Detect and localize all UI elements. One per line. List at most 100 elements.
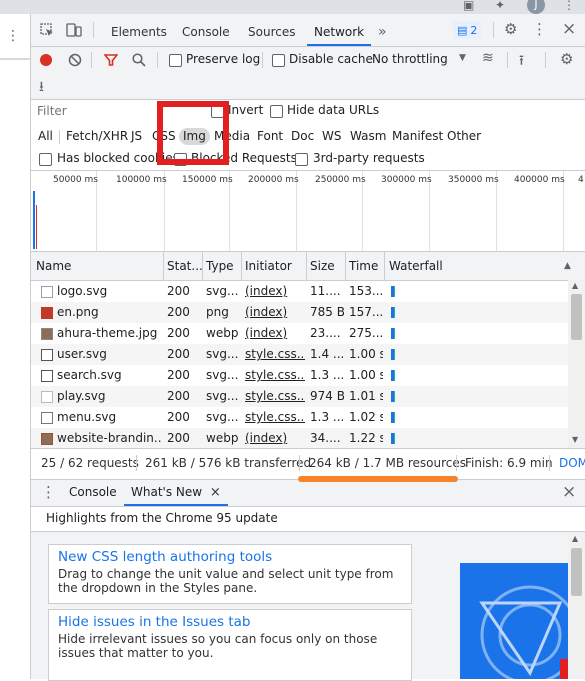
tab-sources[interactable]: Sources [248, 14, 295, 46]
overview-tick: 100000 ms [116, 175, 167, 185]
file-icon [41, 349, 53, 361]
issues-icon: ▤ [457, 23, 468, 37]
column-type[interactable]: Type [206, 252, 234, 280]
close-icon[interactable]: × [210, 485, 221, 500]
tab-network[interactable]: Network [307, 14, 372, 46]
column-name[interactable]: Name [36, 252, 71, 280]
more-vertical-icon[interactable]: ⋮ [563, 0, 577, 11]
overview-tick: 300000 ms [381, 175, 432, 185]
cell-initiator[interactable]: (index) [245, 302, 305, 323]
type-doc-button[interactable]: Doc [291, 128, 314, 145]
search-icon[interactable] [132, 53, 146, 67]
cell-type: png [206, 305, 229, 319]
cell-initiator[interactable]: style.css... [245, 386, 305, 407]
panel-scrollbar[interactable]: ▲ [568, 532, 585, 679]
throttling-select[interactable]: No throttling [372, 52, 448, 66]
type-js-button[interactable]: JS [131, 128, 142, 145]
type-other-button[interactable]: Other [447, 128, 481, 145]
scrollbar-thumb[interactable] [571, 294, 582, 340]
more-vertical-icon[interactable]: ⋮ [6, 28, 20, 44]
cell-initiator[interactable]: (index) [245, 428, 305, 449]
resource-type-filter: All Fetch/XHR JS CSS Img Media Font Doc … [31, 124, 585, 147]
divider [507, 52, 508, 68]
settings-icon[interactable]: ⚙ [560, 50, 573, 68]
table-row[interactable]: en.png 200 png (index) 785 B 157.... [31, 302, 568, 323]
cell-status: 200 [167, 389, 190, 403]
download-icon[interactable]: ⭳ [39, 76, 44, 100]
column-size[interactable]: Size [310, 252, 335, 280]
cell-initiator[interactable]: style.css... [245, 365, 305, 386]
issues-button[interactable]: ▤ 2 [453, 21, 482, 39]
more-vertical-icon[interactable]: ⋮ [41, 483, 56, 501]
type-fetch-xhr-button[interactable]: Fetch/XHR [66, 128, 128, 145]
feature-card[interactable]: Hide issues in the Issues tab Hide irrel… [48, 609, 412, 681]
column-time[interactable]: Time [349, 252, 378, 280]
device-toolbar-icon[interactable] [66, 22, 82, 38]
disable-cache-checkbox[interactable] [272, 54, 285, 67]
table-row[interactable]: menu.svg 200 svg... style.css... 1.3 ... 1.02… [31, 407, 568, 428]
avatar[interactable]: J [527, 0, 545, 14]
cell-name: ahura-theme.jpg [57, 326, 158, 340]
tab-console[interactable]: Console [182, 14, 230, 46]
network-conditions-icon[interactable]: ≋ [482, 50, 494, 66]
column-waterfall[interactable]: Waterfall [389, 252, 443, 280]
tab-elements[interactable]: Elements [111, 14, 167, 46]
cell-status: 200 [167, 410, 190, 424]
cell-initiator[interactable]: (index) [245, 323, 305, 344]
type-manifest-button[interactable]: Manifest [392, 128, 443, 145]
network-toolbar-2: ⭳ [31, 73, 585, 100]
feature-card-title[interactable]: Hide issues in the Issues tab [58, 614, 411, 630]
type-all-button[interactable]: All [38, 128, 53, 145]
cell-name: en.png [57, 305, 99, 319]
filter-row: Invert Hide data URLs [31, 100, 585, 124]
hide-data-urls-checkbox[interactable] [270, 105, 283, 118]
cell-initiator[interactable]: style.css... [245, 407, 305, 428]
table-row[interactable]: website-brandin... 200 webp (index) 34.... 1.… [31, 428, 568, 449]
clear-icon[interactable] [68, 53, 82, 67]
filter-icon[interactable] [104, 53, 118, 67]
puzzle-icon[interactable]: ✦ [495, 0, 509, 11]
cell-initiator[interactable]: (index) [245, 281, 305, 302]
sort-arrow-icon[interactable]: ▲ [564, 261, 571, 271]
more-tabs-button[interactable]: » [378, 14, 387, 46]
scrollbar-thumb[interactable] [571, 548, 582, 596]
scroll-up-icon[interactable]: ▲ [572, 534, 578, 543]
overview-tick: 200000 ms [248, 175, 299, 185]
chevron-down-icon[interactable]: ▼ [459, 53, 466, 63]
type-font-button[interactable]: Font [257, 128, 283, 145]
extension-icon[interactable]: ▣ [463, 0, 477, 11]
drawer-tab-whats-new[interactable]: What's New × [124, 480, 228, 506]
preserve-log-checkbox[interactable] [169, 54, 182, 67]
column-initiator[interactable]: Initiator [245, 252, 292, 280]
column-status[interactable]: Stat... [167, 252, 203, 280]
cell-initiator[interactable]: style.css... [245, 344, 305, 365]
invert-label: Invert [228, 103, 264, 117]
table-row[interactable]: logo.svg 200 svg... (index) 11.... 153.... [31, 281, 568, 302]
table-row[interactable]: play.svg 200 svg... style.css... 974 B 1.01 s [31, 386, 568, 407]
upload-icon[interactable]: ⭱ [519, 50, 524, 74]
network-overview[interactable]: 50000 ms 100000 ms 150000 ms 200000 ms 2… [31, 171, 585, 252]
scroll-up-icon[interactable]: ▲ [572, 281, 578, 290]
more-vertical-icon[interactable]: ⋮ [532, 20, 547, 38]
overview-tick: 350000 ms [448, 175, 499, 185]
type-wasm-button[interactable]: Wasm [350, 128, 386, 145]
type-ws-button[interactable]: WS [322, 128, 341, 145]
table-row[interactable]: ahura-theme.jpg 200 webp (index) 23.... 275..… [31, 323, 568, 344]
table-row[interactable]: search.svg 200 svg... style.css... 1.3 ... 1.… [31, 365, 568, 386]
overview-bar [33, 191, 35, 249]
has-blocked-cookies-checkbox[interactable] [39, 153, 52, 166]
record-icon[interactable] [40, 54, 52, 66]
drawer-tab-console[interactable]: Console [69, 485, 117, 499]
cell-type: svg... [206, 368, 239, 382]
third-party-checkbox[interactable] [295, 153, 308, 166]
settings-icon[interactable]: ⚙ [504, 20, 517, 38]
table-row[interactable]: user.svg 200 svg... style.css... 1.4 ... 1.00… [31, 344, 568, 365]
inspect-icon[interactable] [40, 23, 54, 37]
cell-size: 23.... [310, 326, 341, 340]
table-scrollbar[interactable]: ▲ ▼ [568, 280, 585, 448]
close-drawer-icon[interactable]: × [562, 482, 576, 502]
feature-card[interactable]: New CSS length authoring tools Drag to c… [48, 544, 412, 604]
scroll-down-icon[interactable]: ▼ [572, 435, 578, 444]
feature-card-title[interactable]: New CSS length authoring tools [58, 549, 411, 565]
close-devtools-icon[interactable]: × [562, 19, 576, 39]
